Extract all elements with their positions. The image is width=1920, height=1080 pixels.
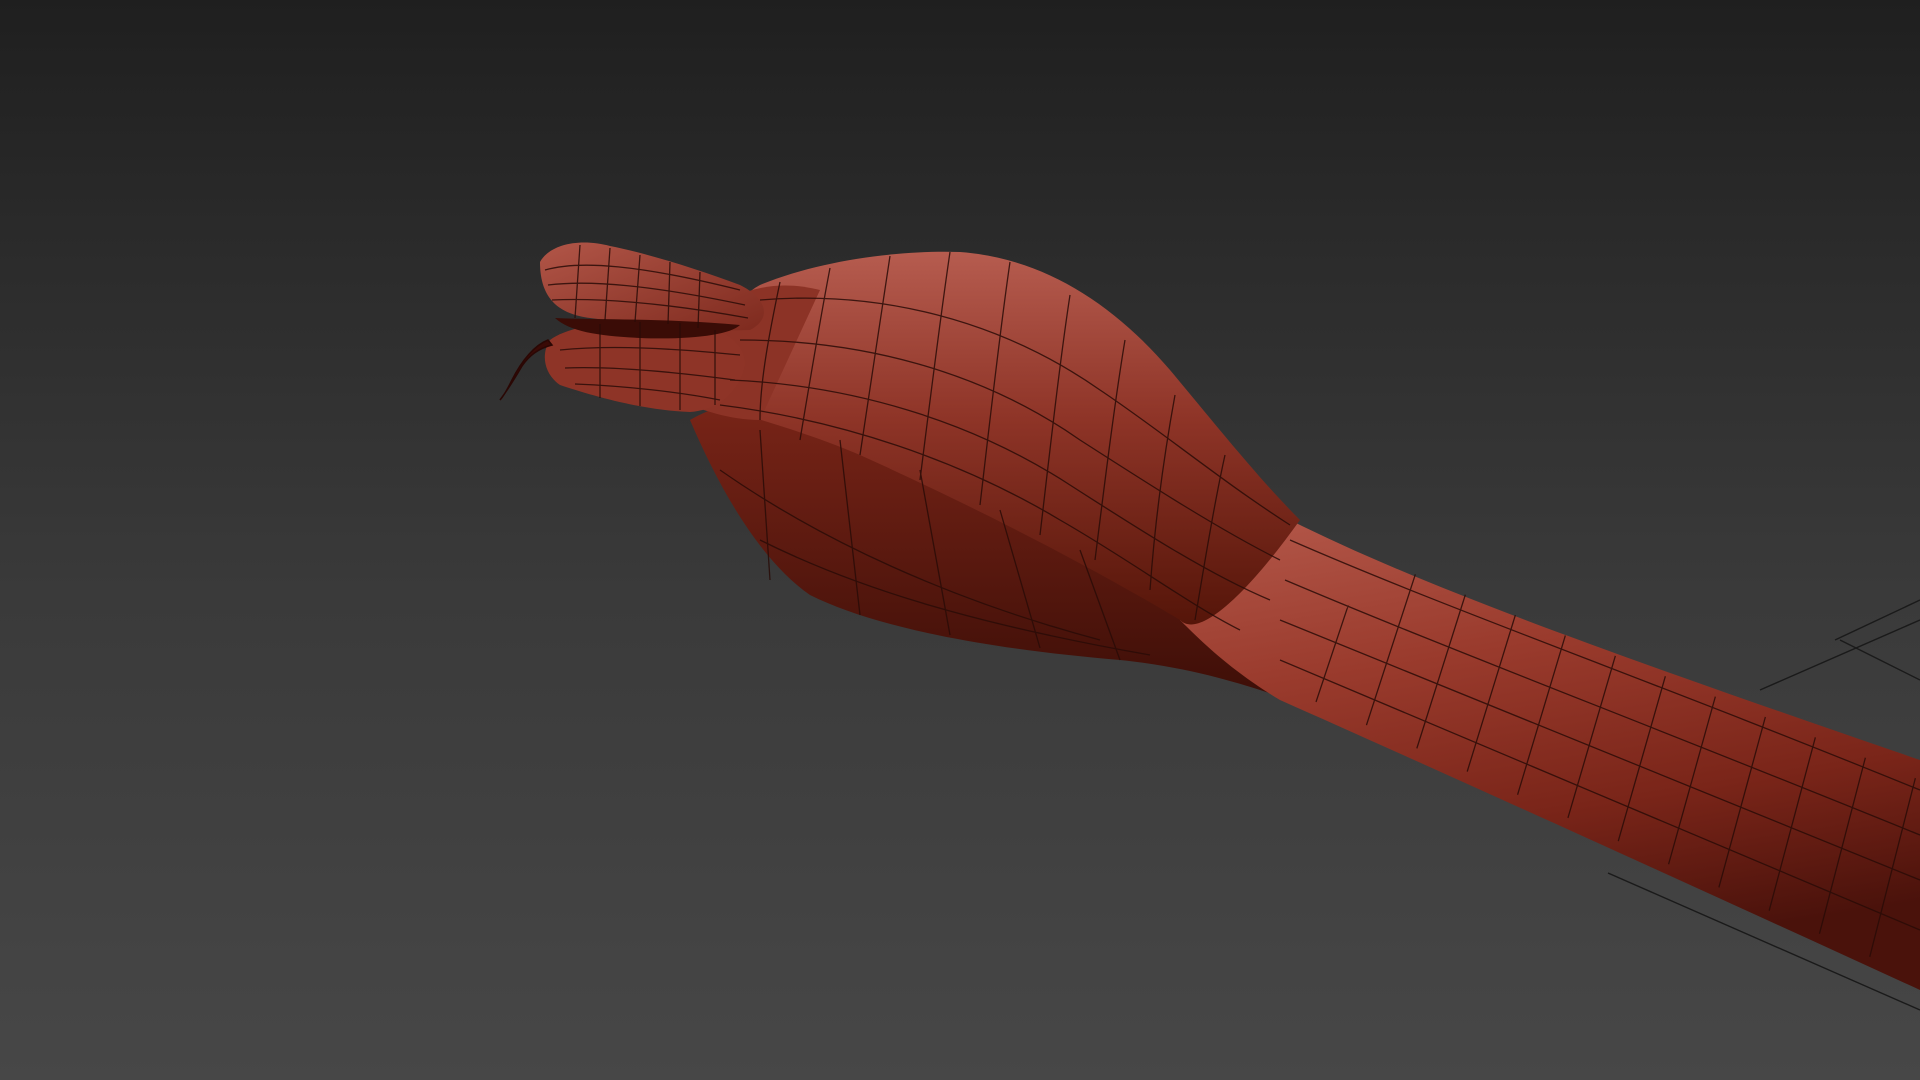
snake-body: [1180, 520, 1920, 990]
3d-viewport[interactable]: [0, 0, 1920, 1080]
scene-canvas[interactable]: [0, 0, 1920, 1080]
snake-head-upper: [540, 242, 764, 331]
snake-tongue: [499, 339, 554, 401]
